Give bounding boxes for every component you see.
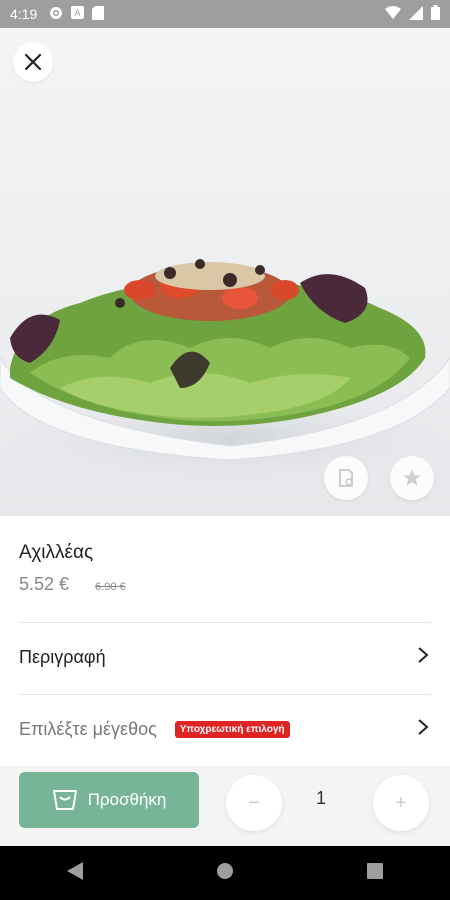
- old-price: 6.90 €: [95, 581, 126, 593]
- status-time: 4:19: [10, 6, 38, 22]
- increase-button[interactable]: +: [373, 775, 429, 831]
- recents-icon[interactable]: [367, 862, 384, 884]
- close-icon: [24, 53, 42, 71]
- product-image: [0, 28, 450, 516]
- receipt-icon: [339, 469, 353, 487]
- price: 5.52 €: [19, 574, 70, 594]
- back-icon[interactable]: [66, 861, 83, 885]
- favorite-button[interactable]: [390, 456, 434, 500]
- svg-text:A: A: [75, 8, 81, 18]
- status-bar: 4:19 A: [0, 0, 450, 28]
- chevron-right-icon: [417, 646, 429, 669]
- basket-icon: [52, 790, 77, 810]
- gear-icon: [49, 6, 63, 23]
- star-icon: [403, 469, 421, 486]
- close-button[interactable]: [13, 42, 53, 82]
- size-label: Επιλέξτε μέγεθος: [19, 719, 157, 739]
- quantity-value: 1: [316, 788, 327, 808]
- chevron-right-icon: [417, 718, 429, 741]
- add-label: Προσθήκη: [87, 790, 167, 809]
- description-row[interactable]: Περιγραφή: [19, 622, 431, 692]
- wifi-icon: [385, 6, 401, 22]
- description-label: Περιγραφή: [19, 647, 106, 667]
- home-icon[interactable]: [216, 862, 234, 885]
- battery-icon: [431, 5, 440, 23]
- signal-icon: [409, 5, 423, 23]
- sd-card-icon: [92, 5, 105, 23]
- required-badge: Υποχρεωτική επιλογή: [174, 721, 290, 738]
- receipt-button[interactable]: [324, 456, 368, 500]
- salad-illustration: [0, 259, 450, 488]
- system-nav-bar: [0, 846, 450, 900]
- product-name: Αχιλλέας: [19, 542, 94, 563]
- price-row: 5.52 € 6.90 €: [19, 574, 126, 595]
- decrease-button[interactable]: −: [226, 775, 282, 831]
- bottom-bar: Προσθήκη − 1 +: [0, 766, 450, 846]
- a-box-icon: A: [71, 6, 85, 22]
- add-to-cart-button[interactable]: Προσθήκη: [19, 772, 199, 828]
- size-row[interactable]: Επιλέξτε μέγεθος Υποχρεωτική επιλογή: [19, 694, 431, 764]
